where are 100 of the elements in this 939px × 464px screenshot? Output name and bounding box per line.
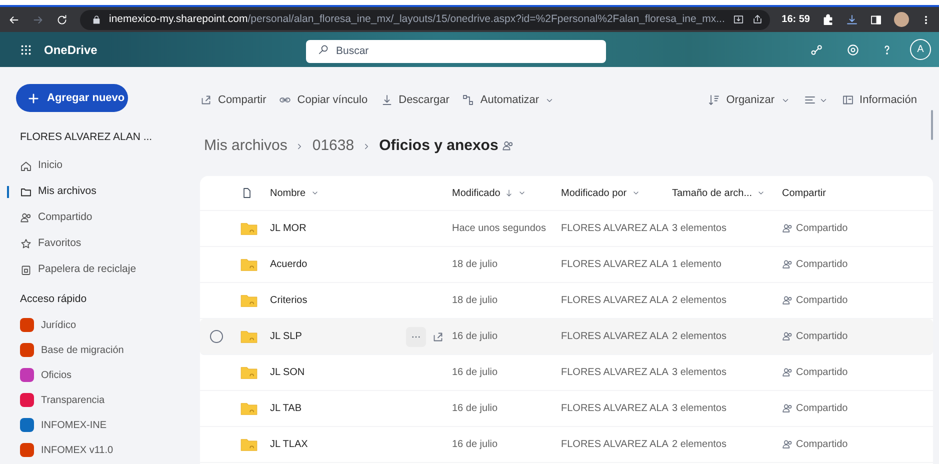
home-icon xyxy=(20,160,32,172)
column-header[interactable]: Compartir xyxy=(782,186,933,200)
sharing-status: Compartido xyxy=(782,365,933,380)
file-name[interactable]: Acuerdo xyxy=(270,257,308,272)
table-row[interactable]: Acuerdo 18 de julio FLORES ALVAREZ ALA 1 elemento Compartido xyxy=(200,247,933,283)
table-cell-text: 18 de julio xyxy=(452,258,499,272)
side-panel-icon[interactable] xyxy=(870,14,882,26)
view-options-button[interactable] xyxy=(804,94,828,106)
install-icon[interactable] xyxy=(732,14,744,25)
table-cell-text: 3 elementos xyxy=(672,402,728,416)
quick-access-item[interactable]: INFOMEX-INE xyxy=(20,412,200,438)
nav-item[interactable]: Inicio xyxy=(20,158,63,174)
share-icon xyxy=(200,94,212,106)
toolbar-button[interactable]: Compartir xyxy=(200,92,266,108)
table-row[interactable]: JL SON 16 de julio FLORES ALVAREZ ALA 3 elementos Compartido xyxy=(200,355,933,391)
quick-access-item[interactable]: Transparencia xyxy=(20,388,200,412)
table-cell-text: FLORES ALVAREZ ALA xyxy=(561,366,670,380)
account-avatar[interactable]: A xyxy=(910,39,931,60)
column-header[interactable]: Tamaño de arch... xyxy=(672,186,782,200)
column-header[interactable]: Modificado xyxy=(452,186,561,200)
forward-icon[interactable] xyxy=(32,14,44,26)
download-icon[interactable] xyxy=(846,14,858,26)
file-name[interactable]: JL SLP xyxy=(270,329,302,344)
table-cell-text: 16 de julio xyxy=(452,330,499,344)
file-name[interactable]: JL TAB xyxy=(270,401,302,416)
nav-item[interactable]: Compartido xyxy=(20,210,92,226)
back-icon[interactable] xyxy=(8,14,20,26)
clock-text: 16: 59 xyxy=(782,13,810,27)
flow-icon xyxy=(462,94,474,106)
hovered-row[interactable]: JL SLP 16 de julio FLORES ALVAREZ ALA 2 elementos Compartido xyxy=(200,319,933,355)
add-new-button[interactable]: Agregar nuevo xyxy=(16,84,128,112)
nav-item[interactable]: Papelera de reciclaje xyxy=(20,262,136,278)
folder-icon xyxy=(20,186,32,198)
table-cell-text: FLORES ALVAREZ ALA xyxy=(561,330,670,344)
nav-item[interactable]: Favoritos xyxy=(20,236,82,252)
table-cell-text: FLORES ALVAREZ ALA xyxy=(561,402,670,416)
file-name[interactable]: JL SON xyxy=(270,365,305,380)
table-row[interactable]: JL TLAX 16 de julio FLORES ALVAREZ ALA 2 elementos Compartido xyxy=(200,427,933,463)
app-name[interactable]: OneDrive xyxy=(44,40,98,58)
people-icon xyxy=(782,331,793,342)
sort-down-icon xyxy=(505,189,514,197)
reload-icon[interactable] xyxy=(56,14,68,26)
table-cell-text: 16 de julio xyxy=(452,402,499,416)
star-icon xyxy=(20,238,32,250)
recycle-bin-icon xyxy=(20,264,32,276)
selection-indicator xyxy=(7,186,9,198)
scrollbar-thumb[interactable] xyxy=(931,110,933,140)
toolbar-button[interactable]: Automatizar xyxy=(462,92,554,108)
table-row[interactable]: JL TAB 16 de julio FLORES ALVAREZ ALA 3 elementos Compartido xyxy=(200,391,933,427)
share-icon[interactable] xyxy=(752,14,763,25)
quick-access-item[interactable]: Jurídico xyxy=(20,312,200,338)
sharing-status: Compartido xyxy=(782,221,933,236)
column-header[interactable]: Modificado por xyxy=(561,186,672,200)
search-icon xyxy=(318,44,329,55)
table-cell-text: 3 elementos xyxy=(672,222,728,236)
settings-icon[interactable] xyxy=(846,42,860,56)
profile-avatar[interactable] xyxy=(894,12,909,27)
table-cell-text: 2 elementos xyxy=(672,438,728,452)
file-name[interactable]: Criterios xyxy=(270,293,308,308)
quick-access-item[interactable]: Oficios xyxy=(20,362,200,388)
lock-icon xyxy=(92,15,101,24)
toolbar-button[interactable]: Descargar xyxy=(380,92,450,108)
plus-icon xyxy=(28,92,39,104)
search-field[interactable]: Buscar xyxy=(306,40,606,62)
sort-icon xyxy=(708,94,720,106)
chevron-down-icon xyxy=(757,189,766,197)
toolbar-button[interactable]: Copiar vínculo xyxy=(279,92,368,108)
breadcrumb-item[interactable]: Mis archivos xyxy=(204,134,288,158)
table-cell-text: 18 de julio xyxy=(452,294,499,308)
info-panel-icon xyxy=(842,94,854,106)
table-cell-text: 16 de julio xyxy=(452,438,499,452)
address-bar[interactable]: inemexico-my.sharepoint.com/personal/alan_floresa_ine_mx/_layouts/15/onedrive.aspx?id=%2Fpersonal%2Falan_floresa_ine_mx... xyxy=(80,10,770,30)
file-type-icon xyxy=(241,187,253,199)
toolbar-button[interactable]: Información xyxy=(842,92,917,108)
file-name[interactable]: JL MOR xyxy=(270,221,306,236)
chevron-down-icon xyxy=(632,189,640,197)
table-cell-text: 3 elementos xyxy=(672,366,728,380)
chevron-down-icon xyxy=(310,189,319,197)
breadcrumb-item[interactable]: 01638 xyxy=(312,134,354,158)
table-row[interactable]: JL MOR Hace unos segundos FLORES ALVAREZ ALA 3 elementos Compartido xyxy=(200,211,933,247)
table-cell-text: FLORES ALVAREZ ALA xyxy=(561,258,670,272)
row-select-radio[interactable] xyxy=(210,330,223,343)
user-name: FLORES ALVAREZ ALAN ... xyxy=(20,130,154,145)
people-icon xyxy=(782,439,793,450)
toolbar-button[interactable]: Organizar xyxy=(708,92,790,108)
people-icon xyxy=(782,403,793,414)
nav-item[interactable]: Mis archivos xyxy=(20,184,96,200)
app-launcher-icon[interactable] xyxy=(20,44,32,56)
file-name[interactable]: JL TLAX xyxy=(270,437,308,452)
table-cell-text: 1 elemento xyxy=(672,258,722,272)
puzzle-icon[interactable] xyxy=(822,14,834,26)
column-header[interactable]: Nombre xyxy=(270,186,452,200)
people-icon xyxy=(782,223,793,234)
people-icon xyxy=(782,259,793,270)
quick-access-item[interactable]: INFOMEX v11.0 xyxy=(20,438,200,462)
quick-access-item[interactable]: Base de migración xyxy=(20,338,200,362)
breadcrumb-item: Oficios y anexos xyxy=(379,136,498,156)
people-icon xyxy=(502,140,514,152)
table-cell-text: FLORES ALVAREZ ALA xyxy=(561,438,670,452)
diagram-icon[interactable] xyxy=(810,42,824,56)
